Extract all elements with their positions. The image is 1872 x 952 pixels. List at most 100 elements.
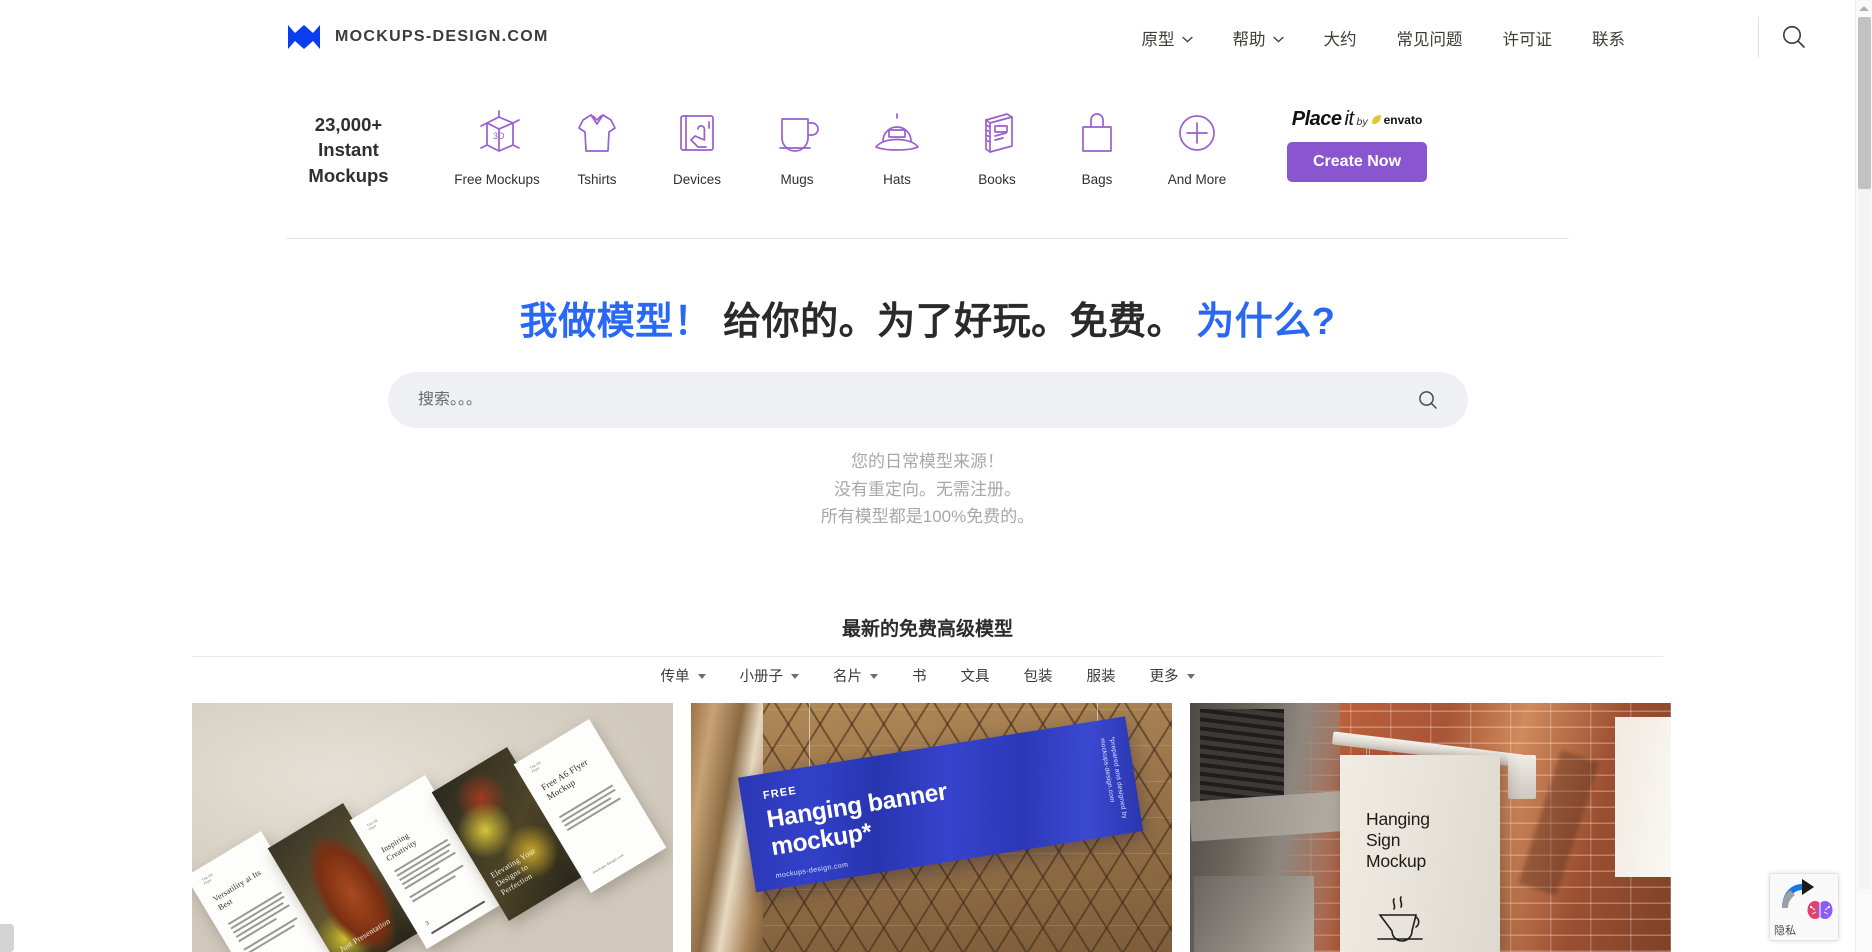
- filter-label: 书: [912, 665, 927, 686]
- category-and-more[interactable]: And More: [1147, 105, 1247, 187]
- category-label: Hats: [883, 172, 911, 187]
- box-3d-icon: 3D: [471, 105, 523, 161]
- category-label: Devices: [673, 172, 721, 187]
- category-free-mockups[interactable]: 3D Free Mockups: [447, 105, 547, 187]
- filter-books[interactable]: 书: [895, 656, 944, 695]
- filter-brochures[interactable]: 小册子: [723, 656, 817, 695]
- filter-business-cards[interactable]: 名片: [816, 656, 895, 695]
- category-devices[interactable]: Devices: [647, 105, 747, 187]
- filter-flyers[interactable]: 传单: [644, 656, 723, 695]
- flyer-panel-tag: The A6Flyer: [201, 873, 216, 887]
- sign-title: Hanging Sign Mockup: [1366, 809, 1430, 871]
- filter-apparel[interactable]: 服装: [1070, 656, 1133, 695]
- instant-mockups-count: 23,000+ Instant Mockups: [286, 112, 411, 188]
- placeit-wordmark-it: it: [1345, 108, 1354, 131]
- page-root: MOCKUPS-DESIGN.COM 原型 帮助 大约 常见问题: [0, 0, 1872, 952]
- tablet-hand-icon: [671, 105, 723, 161]
- hero-sub-line3: 所有模型都是100%免费的。: [0, 503, 1855, 531]
- banner-url: mockups-design.com: [775, 862, 849, 880]
- category-list: 3D Free Mockups Tshirts: [447, 105, 1247, 187]
- nav-item-label: 大约: [1324, 26, 1357, 50]
- filter-label: 名片: [833, 665, 862, 686]
- filter-label: 包装: [1024, 665, 1053, 686]
- brand-name: MOCKUPS-DESIGN.COM: [335, 28, 549, 46]
- recaptcha-badge[interactable]: 隐私: [1769, 873, 1839, 941]
- scrollbar-thumb[interactable]: [1858, 17, 1871, 189]
- latest-section-title: 最新的免费高级模型: [0, 614, 1855, 641]
- nav-item-label: 许可证: [1503, 26, 1553, 50]
- hero-title: 我做模型！ 给你的。为了好玩。免费。 为什么?: [0, 290, 1855, 345]
- placeit-by-label: by: [1357, 116, 1368, 128]
- sign-title-line2: Sign: [1366, 830, 1430, 851]
- promo-count-line3: Mockups: [286, 163, 411, 188]
- envato-wordmark: envato: [1371, 113, 1423, 127]
- nav-item-help[interactable]: 帮助: [1213, 20, 1304, 56]
- category-mugs[interactable]: Mugs: [747, 105, 847, 187]
- category-label: Books: [978, 172, 1016, 187]
- hero-search-bar[interactable]: [388, 372, 1468, 428]
- brand-logo[interactable]: MOCKUPS-DESIGN.COM: [286, 19, 549, 55]
- hero-title-why-link[interactable]: 为什么?: [1196, 301, 1335, 343]
- banner-vertical-note: *prepared and designed by mockups-design…: [1097, 736, 1132, 836]
- hero-sub-line2: 没有重定向。无需注册。: [0, 476, 1855, 504]
- placeit-logo[interactable]: Placeit by envato: [1292, 108, 1423, 131]
- category-label: And More: [1168, 172, 1227, 187]
- recaptcha-privacy-label: 隐私: [1774, 926, 1814, 938]
- filter-stationery[interactable]: 文具: [944, 656, 1007, 695]
- mockup-card-hanging-sign[interactable]: Hanging Sign Mockup: [1190, 703, 1671, 952]
- nav-item-contact[interactable]: 联系: [1572, 20, 1645, 56]
- svg-text:3D: 3D: [493, 131, 505, 141]
- book-icon: [971, 105, 1023, 161]
- banner-free-badge: FREE: [762, 785, 798, 802]
- filter-label: 更多: [1150, 665, 1179, 686]
- filter-more[interactable]: 更多: [1133, 656, 1212, 695]
- coffee-cup-icon: [1374, 895, 1430, 943]
- category-bags[interactable]: Bags: [1047, 105, 1147, 187]
- nav-item-faq[interactable]: 常见问题: [1377, 20, 1483, 56]
- tshirt-icon: [571, 105, 623, 161]
- nav-item-label: 帮助: [1233, 26, 1266, 50]
- flyer-panel-tag: The A6Flyer: [366, 818, 381, 832]
- hanging-sign-board: Hanging Sign Mockup: [1340, 755, 1500, 952]
- category-label: Mugs: [780, 172, 813, 187]
- scroll-up-arrow-icon[interactable]: [1859, 3, 1870, 14]
- main-nav: 原型 帮助 大约 常见问题 许可证 联系: [1122, 20, 1646, 56]
- search-submit-icon[interactable]: [1416, 388, 1440, 412]
- nav-item-about[interactable]: 大约: [1304, 20, 1377, 56]
- vertical-scrollbar[interactable]: [1855, 0, 1872, 952]
- window-reflection: [1194, 876, 1314, 952]
- flyer-page-number: 3: [425, 921, 432, 930]
- mockup-card-grid: Versatility at Its Best The A6Flyer Just…: [192, 703, 1672, 952]
- mockup-card-hanging-banner[interactable]: FREE Hanging banner mockup* mockups-desi…: [691, 703, 1172, 952]
- filter-packaging[interactable]: 包装: [1007, 656, 1070, 695]
- mockup-card-trifold-flyer[interactable]: Versatility at Its Best The A6Flyer Just…: [192, 703, 673, 952]
- promo-count-number: 23,000+: [286, 112, 411, 137]
- hero-subtitle: 您的日常模型来源！ 没有重定向。无需注册。 所有模型都是100%免费的。: [0, 448, 1855, 531]
- caret-down-icon: [698, 674, 706, 679]
- hero-sub-line1: 您的日常模型来源！: [0, 448, 1855, 476]
- category-label: Bags: [1082, 172, 1113, 187]
- sign-title-line3: Mockup: [1366, 851, 1430, 872]
- placeit-wordmark-place: Place: [1292, 108, 1342, 131]
- chevron-down-icon: [1182, 36, 1193, 43]
- caret-down-icon: [1187, 674, 1195, 679]
- nav-item-prototypes[interactable]: 原型: [1122, 20, 1213, 56]
- promo-count-line2: Instant: [286, 137, 411, 162]
- flyer-credit: mockups-design.com: [592, 853, 625, 875]
- category-hats[interactable]: Hats: [847, 105, 947, 187]
- scrollbar-track-lower[interactable]: [1858, 189, 1871, 889]
- site-header: MOCKUPS-DESIGN.COM 原型 帮助 大约 常见问题: [0, 0, 1855, 73]
- search-input[interactable]: [418, 391, 1416, 409]
- filter-tabs: 传单 小册子 名片 书 文具 包装 服装 更多: [0, 656, 1855, 695]
- search-icon[interactable]: [1779, 22, 1809, 52]
- category-books[interactable]: Books: [947, 105, 1047, 187]
- horizontal-scroll-handle[interactable]: [0, 924, 14, 952]
- promo-strip: 23,000+ Instant Mockups 3D Free Mockups: [286, 105, 1569, 215]
- envato-label: envato: [1384, 113, 1423, 127]
- filter-label: 传单: [661, 665, 690, 686]
- hero-title-part2: 给你的。为了好玩。免费。: [723, 301, 1185, 343]
- mockups-m-logo-icon: [286, 19, 322, 55]
- category-tshirts[interactable]: Tshirts: [547, 105, 647, 187]
- create-now-button[interactable]: Create Now: [1287, 142, 1427, 182]
- nav-item-license[interactable]: 许可证: [1483, 20, 1573, 56]
